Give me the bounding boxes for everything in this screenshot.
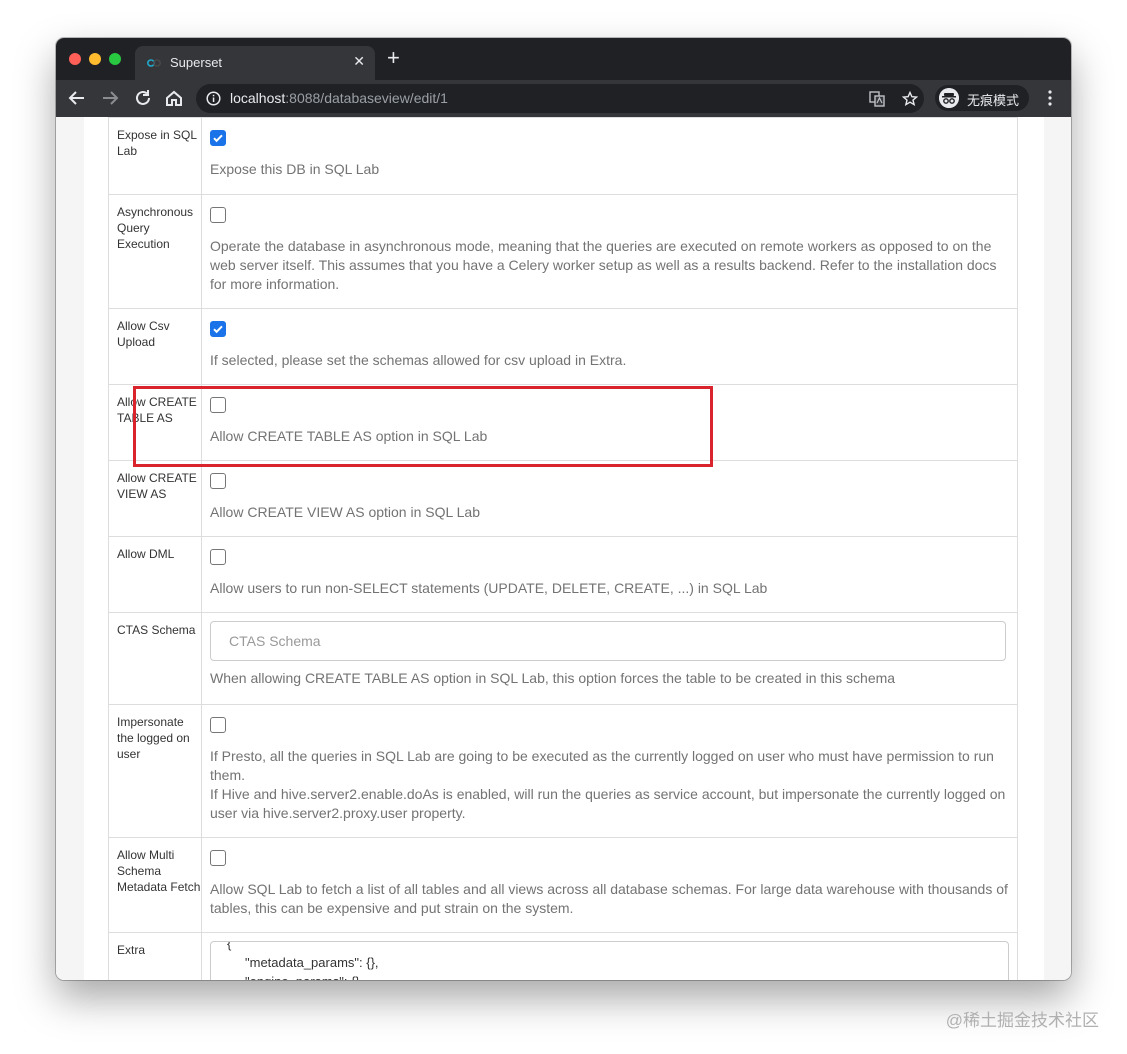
allow-dml-checkbox[interactable] <box>210 549 226 565</box>
info-icon[interactable] <box>206 91 221 106</box>
field-help-text: Expose this DB in SQL Lab <box>210 161 380 177</box>
form-row-allow-ctas: Allow CREATE TABLE AS Allow CREATE TABLE… <box>108 384 1018 461</box>
field-help-text: When allowing CREATE TABLE AS option in … <box>210 670 896 686</box>
incognito-profile-button[interactable]: 无痕模式 <box>935 85 1029 111</box>
ctas-schema-input[interactable]: CTAS Schema <box>210 621 1006 661</box>
database-edit-form: Expose in SQL Lab Expose this DB in SQL … <box>108 117 1018 980</box>
tab-close-icon[interactable]: ✕ <box>353 53 365 70</box>
address-bar[interactable]: localhost:8088/databaseview/edit/1 <box>196 84 924 113</box>
field-label: Allow DML <box>108 536 202 613</box>
allow-csv-upload-checkbox[interactable] <box>210 321 226 337</box>
url-text[interactable]: localhost:8088/databaseview/edit/1 <box>230 90 448 106</box>
tab-title: Superset <box>170 55 223 70</box>
more-menu-icon[interactable] <box>1041 89 1059 107</box>
watermark-text: @稀土掘金技术社区 <box>945 1011 1099 1030</box>
impersonate-user-checkbox[interactable] <box>210 717 226 733</box>
allow-cvas-checkbox[interactable] <box>210 473 226 489</box>
async-query-checkbox[interactable] <box>210 207 226 223</box>
form-row-extra: Extra { "metadata_params": {}, "engine_p… <box>108 932 1018 980</box>
field-label: Extra <box>108 932 202 980</box>
field-cell: If Presto, all the queries in SQL Lab ar… <box>201 704 1018 838</box>
field-cell: { "metadata_params": {}, "engine_params"… <box>201 932 1018 980</box>
field-cell: Operate the database in asynchronous mod… <box>201 194 1018 309</box>
home-icon[interactable] <box>163 87 185 109</box>
reload-icon[interactable] <box>132 87 154 109</box>
field-label: Expose in SQL Lab <box>108 117 202 195</box>
field-label: Allow Csv Upload <box>108 308 202 385</box>
browser-window: Superset ✕ + localhost:8088/databaseview… <box>56 38 1071 980</box>
form-row-async-query: Asynchronous Query Execution Operate the… <box>108 194 1018 309</box>
field-help-text: Operate the database in asynchronous mod… <box>210 238 997 292</box>
tab-strip: Superset ✕ + <box>56 38 1071 80</box>
field-help-text: Allow SQL Lab to fetch a list of all tab… <box>210 881 1008 916</box>
url-host: localhost <box>230 90 286 106</box>
close-window-button[interactable] <box>69 53 81 65</box>
code-line: "engine_params": {}, <box>245 972 363 980</box>
tab-superset[interactable]: Superset ✕ <box>135 46 375 80</box>
field-cell: Allow SQL Lab to fetch a list of all tab… <box>201 837 1018 933</box>
field-cell: Allow users to run non-SELECT statements… <box>201 536 1018 613</box>
incognito-icon <box>939 88 959 108</box>
field-label: CTAS Schema <box>108 612 202 705</box>
multi-schema-fetch-checkbox[interactable] <box>210 850 226 866</box>
field-help-text: If selected, please set the schemas allo… <box>210 352 627 368</box>
minimize-window-button[interactable] <box>89 53 101 65</box>
field-help-text: Allow CREATE TABLE AS option in SQL Lab <box>210 428 488 444</box>
maximize-window-button[interactable] <box>109 53 121 65</box>
form-row-allow-csv-upload: Allow Csv Upload If selected, please set… <box>108 308 1018 385</box>
field-help-text: Allow CREATE VIEW AS option in SQL Lab <box>210 504 481 520</box>
field-cell: Allow CREATE VIEW AS option in SQL Lab <box>201 460 1018 537</box>
superset-favicon-icon <box>147 59 161 67</box>
field-label: Allow CREATE VIEW AS <box>108 460 202 537</box>
new-tab-icon[interactable]: + <box>387 47 400 69</box>
field-help-text: If Hive and hive.server2.enable.doAs is … <box>210 786 1006 821</box>
content-panel: Expose in SQL Lab Expose this DB in SQL … <box>84 117 1044 980</box>
form-row-ctas-schema: CTAS Schema CTAS Schema When allowing CR… <box>108 612 1018 705</box>
field-cell: Expose this DB in SQL Lab <box>201 117 1018 195</box>
field-label: Allow CREATE TABLE AS <box>108 384 202 461</box>
field-label: Allow Multi Schema Metadata Fetch <box>108 837 202 933</box>
form-row-multi-schema-fetch: Allow Multi Schema Metadata Fetch Allow … <box>108 837 1018 933</box>
expose-sql-lab-checkbox[interactable] <box>210 130 226 146</box>
form-row-impersonate-user: Impersonate the logged on user If Presto… <box>108 704 1018 838</box>
form-row-expose-sql-lab: Expose in SQL Lab Expose this DB in SQL … <box>108 117 1018 195</box>
bookmark-star-icon[interactable] <box>902 91 918 107</box>
allow-ctas-checkbox[interactable] <box>210 397 226 413</box>
code-line: "metadata_params": {}, <box>245 955 379 970</box>
page-viewport: Expose in SQL Lab Expose this DB in SQL … <box>56 117 1071 980</box>
browser-toolbar: localhost:8088/databaseview/edit/1 无痕模式 <box>56 80 1071 117</box>
incognito-label: 无痕模式 <box>967 93 1020 108</box>
field-cell: If selected, please set the schemas allo… <box>201 308 1018 385</box>
forward-icon[interactable] <box>99 87 121 109</box>
form-row-allow-dml: Allow DML Allow users to run non-SELECT … <box>108 536 1018 613</box>
field-cell: Allow CREATE TABLE AS option in SQL Lab <box>201 384 1018 461</box>
field-label: Impersonate the logged on user <box>108 704 202 838</box>
url-path: :8088/databaseview/edit/1 <box>285 90 448 106</box>
field-cell: CTAS Schema When allowing CREATE TABLE A… <box>201 612 1018 705</box>
field-help-text: If Presto, all the queries in SQL Lab ar… <box>210 748 994 783</box>
back-icon[interactable] <box>66 87 88 109</box>
form-row-allow-cvas: Allow CREATE VIEW AS Allow CREATE VIEW A… <box>108 460 1018 537</box>
field-label: Asynchronous Query Execution <box>108 194 202 309</box>
extra-json-editor[interactable]: { "metadata_params": {}, "engine_params"… <box>210 941 1009 980</box>
field-help-text: Allow users to run non-SELECT statements… <box>210 580 768 596</box>
translate-icon[interactable] <box>869 91 885 107</box>
code-line: { <box>227 941 232 951</box>
